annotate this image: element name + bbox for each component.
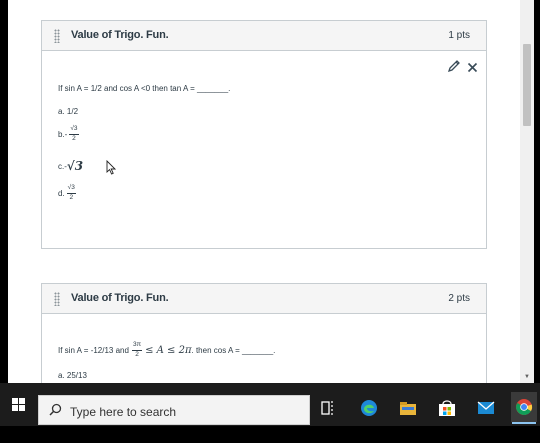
question-text: If sin A = 1/2 and cos A <0 then tan A =… [58,84,231,93]
vertical-scrollbar[interactable]: ▼ [520,0,534,383]
answer-label: d. [58,188,65,198]
answer-option-a[interactable]: a. 1/2 [58,107,78,116]
fraction-denominator: 2 [69,193,74,201]
answer-label: c.- [58,161,67,171]
search-magnifier-icon [49,403,62,416]
taskbar-search-input[interactable]: Type here to search [38,395,310,425]
mouse-cursor-icon [106,159,117,180]
question-header: Value of Trigo. Fun. 1 pts [42,21,486,51]
question-text-post: . then cos A = _______. [191,345,276,355]
edge-browser-icon[interactable] [357,397,381,419]
answer-fraction: √3 2 [69,125,79,142]
screen-edge [534,0,540,383]
fraction-numerator: √3 [66,184,76,194]
search-placeholder: Type here to search [70,405,177,419]
fraction-numerator: 3π [131,341,143,351]
answer-expression: √3 [66,159,84,173]
answer-label: b.- [58,129,68,139]
question-card-2: Value of Trigo. Fun. 2 pts If sin A = -1… [41,283,487,383]
task-view-icon[interactable] [316,397,340,419]
mail-icon[interactable] [474,397,498,419]
answer-fraction: √3 2 [66,184,76,201]
pencil-icon[interactable] [447,59,461,76]
question-inequality: ≤ A ≤ 2π [145,344,192,356]
fraction-denominator: 2 [72,134,76,142]
question-card-1: Value of Trigo. Fun. 1 pts If sin A = 1/… [41,20,487,249]
question-points: 1 pts [448,30,470,41]
answer-label: a. 1/2 [58,107,79,116]
question-text: If sin A = -12/13 and 3π 2 ≤ A ≤ 2π . th… [58,341,276,358]
answer-label: a. 25/13 [58,371,87,380]
question-points: 2 pts [448,293,470,304]
question-fraction: 3π 2 [131,341,143,358]
answer-option-c[interactable]: c.- √3 [58,159,83,173]
fraction-numerator: √3 [69,125,79,135]
question-tools [445,59,478,76]
microsoft-store-icon[interactable] [435,397,459,419]
scroll-down-icon[interactable]: ▼ [520,374,534,380]
chrome-icon[interactable] [511,392,537,424]
answer-option-a[interactable]: a. 25/13 [58,371,87,380]
close-icon[interactable] [467,61,478,76]
start-windows-icon[interactable] [12,398,26,412]
quiz-content-area: Value of Trigo. Fun. 1 pts If sin A = 1/… [8,0,520,383]
answer-option-d[interactable]: d. √3 2 [58,184,78,201]
drag-handle-icon[interactable] [54,292,60,306]
scrollbar-thumb[interactable] [523,44,531,126]
drag-handle-icon[interactable] [54,29,60,43]
answer-option-b[interactable]: b.- √3 2 [58,125,81,142]
file-explorer-icon[interactable] [396,397,420,419]
fraction-denominator: 2 [135,350,139,358]
active-indicator [512,422,536,424]
question-header: Value of Trigo. Fun. 2 pts [42,284,486,314]
question-text-pre: If sin A = -12/13 and [58,345,129,355]
question-title: Value of Trigo. Fun. [71,292,169,304]
question-title: Value of Trigo. Fun. [71,29,169,41]
screen-bottom-edge [0,426,540,443]
